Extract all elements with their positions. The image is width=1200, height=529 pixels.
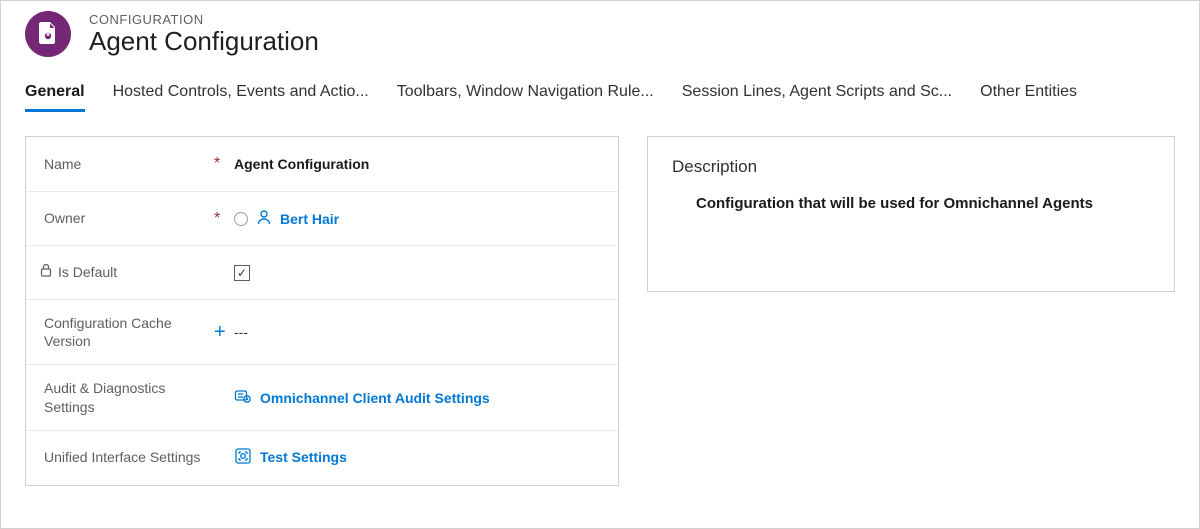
- gear-document-icon: [38, 22, 58, 47]
- description-panel: Description Configuration that will be u…: [647, 136, 1175, 292]
- row-owner: Owner * Bert Hair: [26, 191, 618, 245]
- breadcrumb: CONFIGURATION: [89, 12, 319, 27]
- tab-toolbars[interactable]: Toolbars, Window Navigation Rule...: [397, 83, 654, 112]
- row-is-default: Is Default: [26, 245, 618, 299]
- ui-settings-link[interactable]: Test Settings: [260, 449, 347, 465]
- label-description: Description: [672, 157, 1150, 177]
- label-name: Name: [44, 155, 214, 173]
- row-cache-version: Configuration Cache Version + ---: [26, 299, 618, 364]
- value-cache-version[interactable]: ---: [234, 324, 600, 340]
- value-description[interactable]: Configuration that will be used for Omni…: [672, 195, 1150, 212]
- is-default-checkbox[interactable]: [234, 265, 250, 281]
- tab-other-entities[interactable]: Other Entities: [980, 83, 1077, 112]
- row-audit-settings: Audit & Diagnostics Settings Omnichannel…: [26, 364, 618, 429]
- entity-badge: [25, 11, 71, 57]
- label-is-default-text: Is Default: [58, 263, 117, 281]
- form-body: Name * Agent Configuration Owner * Bert …: [1, 112, 1199, 486]
- label-owner: Owner: [44, 209, 214, 227]
- lock-icon: [40, 263, 52, 281]
- row-ui-settings: Unified Interface Settings Test Settings: [26, 430, 618, 484]
- value-is-default[interactable]: [234, 265, 600, 281]
- required-marker: *: [214, 156, 234, 172]
- audit-settings-link[interactable]: Omnichannel Client Audit Settings: [260, 390, 490, 406]
- owner-link[interactable]: Bert Hair: [280, 211, 339, 227]
- ui-settings-icon: [234, 447, 252, 468]
- label-audit-settings: Audit & Diagnostics Settings: [44, 379, 214, 415]
- page-title: Agent Configuration: [89, 27, 319, 56]
- clock-icon: [234, 212, 248, 226]
- row-name: Name * Agent Configuration: [26, 137, 618, 191]
- person-icon: [256, 209, 272, 228]
- page-header: CONFIGURATION Agent Configuration: [1, 1, 1199, 57]
- value-audit-settings[interactable]: Omnichannel Client Audit Settings: [234, 387, 600, 408]
- header-text: CONFIGURATION Agent Configuration: [89, 12, 319, 56]
- value-ui-settings[interactable]: Test Settings: [234, 447, 600, 468]
- value-name[interactable]: Agent Configuration: [234, 156, 600, 172]
- page-root: CONFIGURATION Agent Configuration Genera…: [0, 0, 1200, 529]
- general-panel: Name * Agent Configuration Owner * Bert …: [25, 136, 619, 486]
- tab-general[interactable]: General: [25, 83, 85, 112]
- audit-settings-icon: [234, 387, 252, 408]
- tab-hosted-controls[interactable]: Hosted Controls, Events and Actio...: [113, 83, 369, 112]
- required-marker: *: [214, 211, 234, 227]
- value-owner[interactable]: Bert Hair: [234, 209, 600, 228]
- tab-strip: General Hosted Controls, Events and Acti…: [1, 57, 1199, 112]
- tab-session-lines[interactable]: Session Lines, Agent Scripts and Sc...: [682, 83, 952, 112]
- recommended-marker: +: [214, 322, 234, 342]
- label-ui-settings: Unified Interface Settings: [44, 448, 214, 466]
- label-cache-version: Configuration Cache Version: [44, 314, 214, 350]
- label-is-default: Is Default: [44, 263, 214, 281]
